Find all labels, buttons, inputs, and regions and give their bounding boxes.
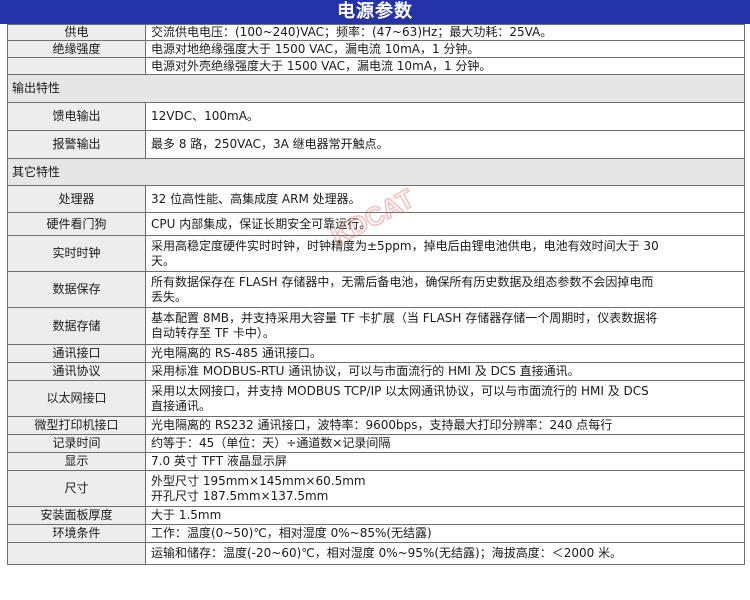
row-value: 基本配置 8MB，并支持采用大容量 TF 卡扩展（当 FLASH 存储器存储一个… bbox=[145, 307, 745, 345]
row-label: 馈电输出 bbox=[7, 102, 146, 131]
row-label: 微型打印机接口 bbox=[7, 416, 146, 435]
row-label: 安装面板厚度 bbox=[7, 506, 146, 525]
row-label: 环境条件 bbox=[7, 524, 146, 543]
row-label: 供电 bbox=[7, 24, 146, 41]
row-value: CPU 内部集成，保证长期安全可靠运行。 bbox=[145, 212, 745, 236]
row-value: 电源对地绝缘强度大于 1500 VAC，漏电流 10mA，1 分钟。 bbox=[145, 40, 745, 58]
row-label: 实时时钟 bbox=[7, 235, 146, 272]
row-value: 最多 8 路，250VAC，3A 继电器常开触点。 bbox=[145, 130, 745, 159]
row-value: 12VDC、100mA。 bbox=[145, 102, 745, 131]
table-row: 通讯接口 光电隔离的 RS-485 通讯接口。 bbox=[7, 344, 745, 363]
table-row: 处理器 32 位高性能、高集成度 ARM 处理器。 bbox=[7, 185, 745, 213]
row-value: 32 位高性能、高集成度 ARM 处理器。 bbox=[145, 185, 745, 213]
row-value: 光电隔离的 RS232 通讯接口，波特率：9600bps，支持最大打印分辨率：2… bbox=[145, 416, 745, 435]
row-label bbox=[7, 542, 146, 565]
row-label: 通讯接口 bbox=[7, 344, 146, 363]
row-label: 通讯协议 bbox=[7, 362, 146, 381]
table-row: 绝缘强度 电源对地绝缘强度大于 1500 VAC，漏电流 10mA，1 分钟。 bbox=[7, 40, 745, 58]
table-row: 运输和储存：温度(-20~60)℃，相对湿度 0%~95%(无结露)；海拔高度：… bbox=[7, 542, 745, 565]
table-row: 以太网接口 采用以太网接口，并支持 MODBUS TCP/IP 以太网通讯协议，… bbox=[7, 380, 745, 417]
section-row: 其它特性 bbox=[7, 158, 745, 186]
table-row: 供电 交流供电电压：(100~240)VAC；频率：(47~63)Hz；最大功耗… bbox=[7, 24, 745, 41]
row-value: 采用以太网接口，并支持 MODBUS TCP/IP 以太网通讯协议，可以与市面流… bbox=[145, 380, 745, 417]
row-label: 数据保存 bbox=[7, 271, 146, 308]
section-heading: 其它特性 bbox=[7, 158, 745, 186]
table-row: 记录时间 约等于：45（单位：天）÷通道数×记录间隔 bbox=[7, 434, 745, 453]
row-value: 光电隔离的 RS-485 通讯接口。 bbox=[145, 344, 745, 363]
row-value: 采用标准 MODBUS-RTU 通讯协议，可以与市面流行的 HMI 及 DCS … bbox=[145, 362, 745, 381]
table-row: 环境条件 工作：温度(0~50)℃，相对湿度 0%~85%(无结露) bbox=[7, 524, 745, 543]
row-label: 处理器 bbox=[7, 185, 146, 213]
table-row: 通讯协议 采用标准 MODBUS-RTU 通讯协议，可以与市面流行的 HMI 及… bbox=[7, 362, 745, 381]
row-label: 硬件看门狗 bbox=[7, 212, 146, 236]
row-label: 绝缘强度 bbox=[7, 40, 146, 58]
section-row: 输出特性 bbox=[7, 74, 745, 103]
row-label: 显示 bbox=[7, 452, 146, 471]
row-value: 采用高稳定度硬件实时时钟，时钟精度为±5ppm，掉电后由锂电池供电，电池有效时间… bbox=[145, 235, 745, 272]
row-value: 交流供电电压：(100~240)VAC；频率：(47~63)Hz；最大功耗：25… bbox=[145, 24, 745, 41]
row-value: 所有数据保存在 FLASH 存储器中，无需后备电池，确保所有历史数据及组态参数不… bbox=[145, 271, 745, 308]
row-label: 报警输出 bbox=[7, 130, 146, 159]
table-row: 尺寸 外型尺寸 195mm×145mm×60.5mm 开孔尺寸 187.5mm×1… bbox=[7, 470, 745, 507]
table-row: 安装面板厚度 大于 1.5mm bbox=[7, 506, 745, 525]
spec-table: 供电 交流供电电压：(100~240)VAC；频率：(47~63)Hz；最大功耗… bbox=[7, 24, 745, 565]
row-label: 以太网接口 bbox=[7, 380, 146, 417]
table-row: 实时时钟 采用高稳定度硬件实时时钟，时钟精度为±5ppm，掉电后由锂电池供电，电… bbox=[7, 235, 745, 272]
row-value: 外型尺寸 195mm×145mm×60.5mm 开孔尺寸 187.5mm×137.… bbox=[145, 470, 745, 507]
table-row: 数据保存 所有数据保存在 FLASH 存储器中，无需后备电池，确保所有历史数据及… bbox=[7, 271, 745, 308]
page-title: 电源参数 bbox=[0, 0, 750, 24]
row-label: 尺寸 bbox=[7, 470, 146, 507]
table-row: 显示 7.0 英寸 TFT 液晶显示屏 bbox=[7, 452, 745, 471]
table-row: 电源对外壳绝缘强度大于 1500 VAC，漏电流 10mA，1 分钟。 bbox=[7, 57, 745, 75]
row-label bbox=[7, 57, 146, 75]
section-heading: 输出特性 bbox=[7, 74, 745, 103]
row-label: 记录时间 bbox=[7, 434, 146, 453]
table-row: 微型打印机接口 光电隔离的 RS232 通讯接口，波特率：9600bps，支持最… bbox=[7, 416, 745, 435]
row-value: 约等于：45（单位：天）÷通道数×记录间隔 bbox=[145, 434, 745, 453]
table-row: 报警输出 最多 8 路，250VAC，3A 继电器常开触点。 bbox=[7, 130, 745, 159]
spec-page: 电源参数 供电 交流供电电压：(100~240)VAC；频率：(47~63)Hz… bbox=[0, 0, 750, 600]
row-value: 电源对外壳绝缘强度大于 1500 VAC，漏电流 10mA，1 分钟。 bbox=[145, 57, 745, 75]
row-value: 运输和储存：温度(-20~60)℃，相对湿度 0%~95%(无结露)；海拔高度：… bbox=[145, 542, 745, 565]
table-row: 数据存储 基本配置 8MB，并支持采用大容量 TF 卡扩展（当 FLASH 存储… bbox=[7, 307, 745, 345]
row-value: 7.0 英寸 TFT 液晶显示屏 bbox=[145, 452, 745, 471]
table-row: 硬件看门狗 CPU 内部集成，保证长期安全可靠运行。 bbox=[7, 212, 745, 236]
row-value: 工作：温度(0~50)℃，相对湿度 0%~85%(无结露) bbox=[145, 524, 745, 543]
table-row: 馈电输出 12VDC、100mA。 bbox=[7, 102, 745, 131]
row-label: 数据存储 bbox=[7, 307, 146, 345]
row-value: 大于 1.5mm bbox=[145, 506, 745, 525]
